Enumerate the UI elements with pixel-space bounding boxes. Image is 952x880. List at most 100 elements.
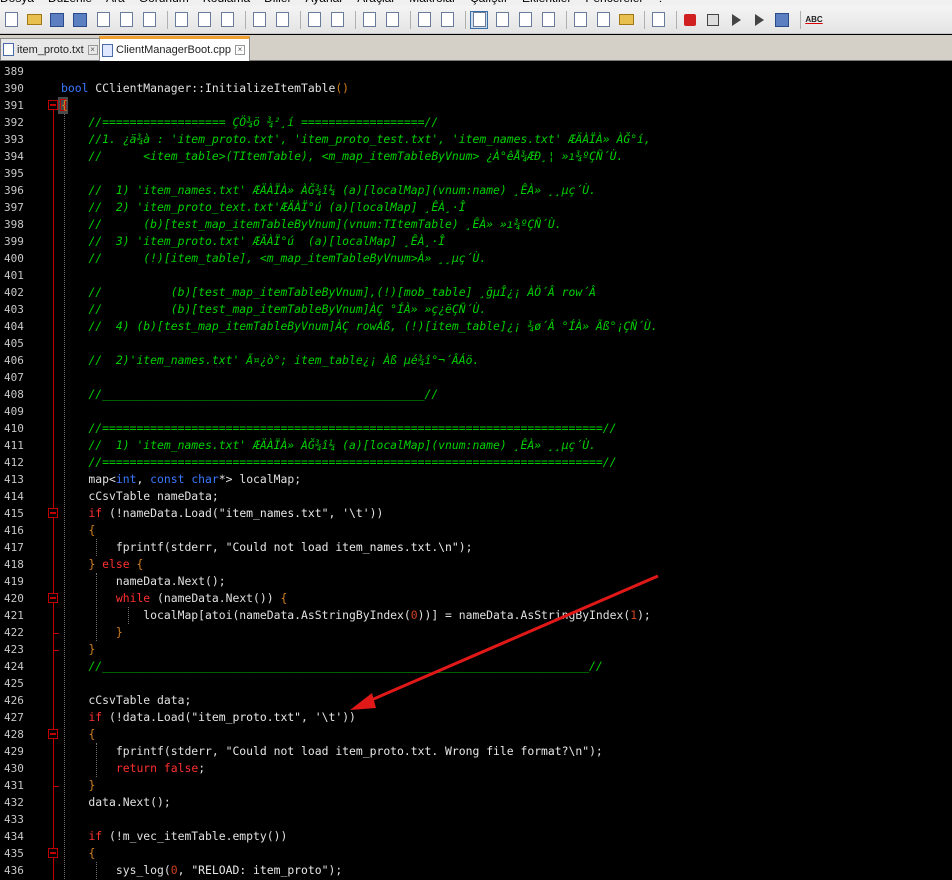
code-line[interactable]: while (nameData.Next()) { (61, 590, 287, 607)
code-line[interactable]: if (!data.Load("item_proto.txt", '\t')) (61, 709, 355, 726)
code-line[interactable]: // (b)[test_map_itemTableByVnum],(!)[mob… (61, 284, 595, 301)
save-all-icon[interactable] (71, 11, 89, 29)
code-line[interactable]: // 2) 'item_proto_text.txt'ÆÄÀÏ°ú (a)[lo… (61, 199, 465, 216)
monitor-icon[interactable] (649, 11, 667, 29)
menu-item[interactable]: Diller (264, 0, 291, 5)
undo-icon[interactable] (250, 11, 268, 29)
menu-item[interactable]: ? (657, 0, 664, 5)
redo-icon[interactable] (273, 11, 291, 29)
code-line[interactable]: } (61, 624, 123, 641)
code-line[interactable]: { (61, 97, 68, 114)
zoom-out-icon[interactable] (383, 11, 401, 29)
code-line[interactable]: // (b)[test_map_itemTableByVnum]ÀÇ °ÍÀ» … (61, 301, 486, 318)
new-file-icon[interactable] (2, 11, 20, 29)
code-line[interactable]: { (61, 726, 95, 743)
folder-workspace-icon[interactable] (617, 11, 635, 29)
code-line[interactable]: if (!nameData.Load("item_names.txt", '\t… (61, 505, 383, 522)
close-icon[interactable] (94, 11, 112, 29)
code-line[interactable]: data.Next(); (61, 794, 170, 811)
user-lang-icon[interactable] (539, 11, 557, 29)
code-line[interactable]: // 2)'item_names.txt' Ã¤¿ò°; item_table¿… (61, 352, 479, 369)
open-folder-icon[interactable] (25, 11, 43, 29)
code-line[interactable]: // 1) 'item_names.txt' ÆÄÀÏÀ» ÀĞ¾î¼­ (a)… (61, 182, 595, 199)
code-line[interactable]: } (61, 641, 95, 658)
menu-item[interactable]: Çalıştır (470, 0, 508, 5)
word-wrap-icon[interactable] (470, 10, 488, 29)
run-macro-icon[interactable] (750, 11, 768, 29)
menu-item[interactable]: Makrolar (409, 0, 456, 5)
code-line[interactable]: if (!m_vec_itemTable.empty()) (61, 828, 287, 845)
code-line[interactable]: fprintf(stderr, "Could not load item_nam… (61, 539, 473, 556)
save-macro-icon[interactable] (773, 11, 791, 29)
menu-item[interactable]: Pencereler (585, 0, 643, 5)
code-line[interactable]: // (!)[item_table], <m_map_itemTableByVn… (61, 250, 486, 267)
close-tab-icon[interactable]: × (87, 44, 98, 55)
code-editor[interactable]: 389 390 bool CClientManager::InitializeIte… (0, 62, 952, 880)
menu-item[interactable]: Düzenle (48, 0, 92, 5)
code-line[interactable]: // 1) 'item_names.txt' ÆÄÀÏÀ» ÀĞ¾î¼­ (a)… (61, 437, 595, 454)
toolbar-separator (644, 10, 645, 29)
code-line[interactable]: // 4) (b)[test_map_itemTableByVnum]ÀÇ ro… (61, 318, 657, 335)
code-line[interactable]: //======================================… (61, 420, 616, 437)
code-token: //______________________________________… (88, 387, 439, 401)
copy-icon[interactable] (195, 11, 213, 29)
print-icon[interactable] (140, 11, 158, 29)
code-line[interactable]: //================== ÇÖ¾ö ¾²¸í =========… (61, 114, 438, 131)
code-line[interactable]: cCsvTable data; (61, 692, 191, 709)
menu-item[interactable]: Ara (106, 0, 125, 5)
zoom-in-icon[interactable] (360, 11, 378, 29)
code-token: // (!)[item_table], <m_map_itemTableByVn… (88, 251, 487, 265)
indent-guide-icon[interactable] (516, 11, 534, 29)
tab-item-proto[interactable]: item_proto.txt × (0, 38, 103, 60)
code-line[interactable]: map<int, const char*> localMap; (61, 471, 301, 488)
menu-item[interactable]: Kodlama (203, 0, 250, 5)
code-line[interactable]: // (b)[test_map_itemTableByVnum](vnum:TI… (61, 216, 561, 233)
find-icon[interactable] (305, 11, 323, 29)
close-tab-icon[interactable]: × (234, 45, 245, 55)
code-line[interactable]: { (61, 522, 95, 539)
spell-check-icon[interactable]: ABC (805, 11, 823, 29)
code-line[interactable]: } else { (61, 556, 143, 573)
code-line[interactable]: fprintf(stderr, "Could not load item_pro… (61, 743, 603, 760)
menu-item[interactable]: Araçlar (357, 0, 395, 5)
code-line[interactable]: localMap[atoi(nameData.AsStringByIndex(0… (61, 607, 651, 624)
function-list-icon[interactable] (594, 11, 612, 29)
save-icon[interactable] (48, 11, 66, 29)
sync-v-icon[interactable] (415, 11, 433, 29)
fold-toggle-icon[interactable] (48, 593, 58, 603)
stop-record-icon[interactable] (704, 11, 722, 29)
code-line[interactable]: // 3) 'item_proto.txt' ÆÄÀÏ°ú (a)[localM… (61, 233, 445, 250)
code-line[interactable]: return false; (61, 760, 205, 777)
menu-item[interactable]: Görünüm (139, 0, 189, 5)
fold-toggle-icon[interactable] (48, 729, 58, 739)
close-all-icon[interactable] (117, 11, 135, 29)
code-line[interactable]: // <item_table>(TItemTable), <m_map_item… (61, 148, 623, 165)
menu-item[interactable]: Ayarlar (305, 0, 343, 5)
sync-h-icon[interactable] (438, 11, 456, 29)
tab-clientmanagerboot[interactable]: ClientManagerBoot.cpp × (99, 36, 250, 61)
menu-item[interactable]: Dosya (0, 0, 34, 5)
paste-icon[interactable] (218, 11, 236, 29)
code-line[interactable]: //______________________________________… (61, 658, 602, 675)
show-all-chars-icon[interactable] (493, 11, 511, 29)
replace-icon[interactable] (328, 11, 346, 29)
doc-map-icon[interactable] (571, 11, 589, 29)
code-line[interactable]: sys_log(0, "RELOAD: item_proto"); (61, 862, 342, 879)
play-macro-icon[interactable] (727, 11, 745, 29)
fold-toggle-icon[interactable] (48, 100, 58, 110)
code-line[interactable]: nameData.Next(); (61, 573, 226, 590)
code-line[interactable]: cCsvTable nameData; (61, 488, 218, 505)
code-line[interactable]: //______________________________________… (61, 386, 438, 403)
cut-icon[interactable] (172, 11, 190, 29)
record-macro-icon[interactable] (681, 11, 699, 29)
fold-toggle-icon[interactable] (48, 508, 58, 518)
code-line[interactable]: //1. ¿ä¾à : 'item_proto.txt', 'item_prot… (61, 131, 650, 148)
code-line[interactable]: //======================================… (61, 454, 616, 471)
code-line[interactable]: } (61, 777, 95, 794)
fold-toggle-icon[interactable] (48, 848, 58, 858)
menu-item[interactable]: Eklentiler (522, 0, 571, 5)
code-line[interactable]: bool CClientManager::InitializeItemTable… (61, 80, 349, 97)
code-line[interactable]: { (61, 845, 95, 862)
